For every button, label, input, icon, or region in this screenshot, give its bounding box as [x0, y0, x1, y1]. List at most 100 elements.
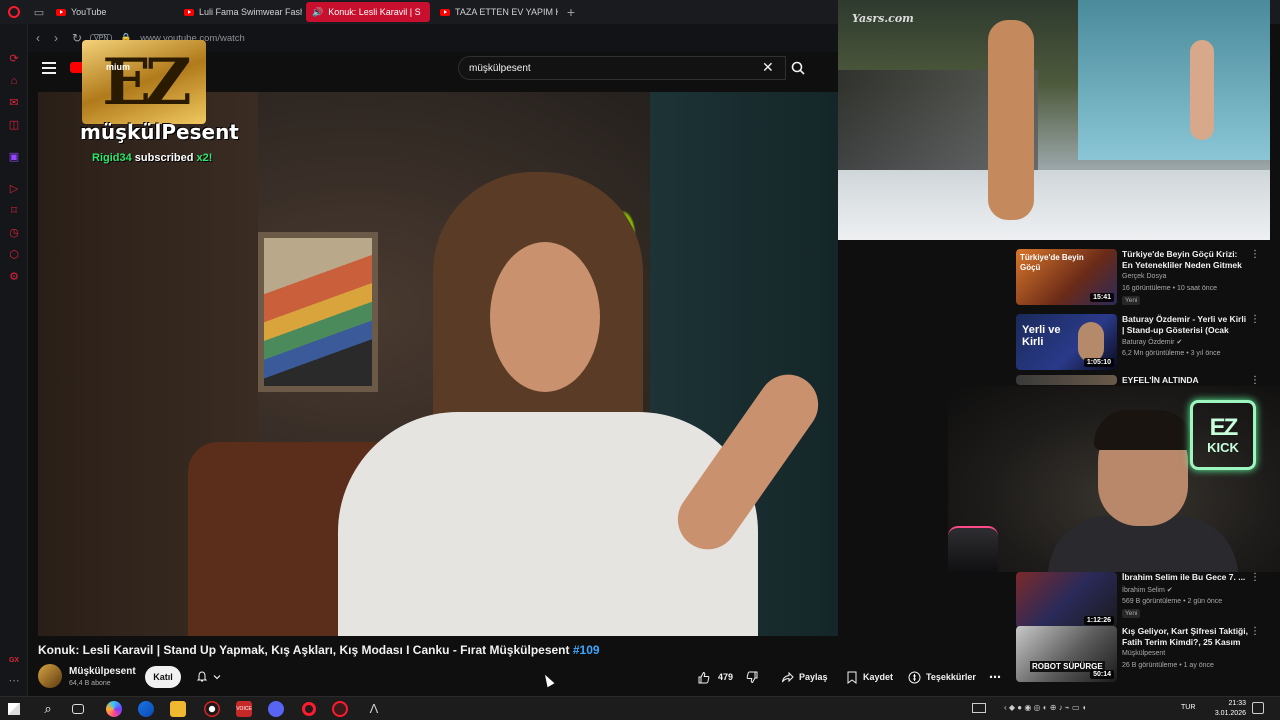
windows-start-icon[interactable] — [8, 703, 20, 715]
duration-badge: 50:14 — [1090, 670, 1114, 679]
recommended-video[interactable]: Yerli ve Kirli 1:05:10 Baturay Özdemir -… — [1016, 314, 1264, 378]
sidebar-bag-icon[interactable]: ⌂ — [7, 74, 21, 88]
search-icon[interactable]: ⌕ — [40, 701, 56, 717]
video-thumbnail[interactable]: ROBOT SÜPÜRGE 50:14 — [1016, 626, 1117, 682]
speaker-icon[interactable]: 🔊 — [312, 7, 323, 18]
recommended-title[interactable]: Kış Geliyor, Kart Şifresi Taktiği, Fatih… — [1122, 626, 1248, 648]
video-thumbnail[interactable]: Türkiye'de Beyin Göçü 15:41 — [1016, 249, 1117, 305]
thanks-button[interactable]: Teşekkürler — [908, 666, 976, 688]
sidebar-bookmark-icon[interactable]: ⌑ — [7, 204, 21, 218]
app-icon[interactable]: Λ — [366, 701, 382, 717]
channel-avatar[interactable] — [38, 664, 62, 688]
recommended-channel[interactable]: Müşkülpesent — [1122, 650, 1165, 657]
recommended-channel[interactable]: İbrahim Selim ✔ — [1122, 586, 1173, 594]
save-label: Kaydet — [863, 672, 894, 682]
edge-icon[interactable] — [138, 701, 154, 717]
new-tab-button[interactable]: + — [562, 4, 580, 20]
thumbs-down-icon — [746, 671, 758, 683]
sidebar-extensions-icon[interactable]: ⬡ — [7, 248, 21, 262]
obs-icon[interactable] — [204, 701, 220, 717]
discord-icon[interactable] — [268, 701, 284, 717]
tab-menu-icon[interactable]: ▭ — [28, 0, 50, 24]
notifications-icon[interactable] — [1252, 702, 1264, 714]
chevron-down-icon — [213, 675, 221, 680]
opera-gx-icon[interactable] — [332, 701, 348, 717]
sidebar-more-icon[interactable]: ⋯ — [7, 674, 21, 688]
youtube-favicon-icon — [440, 8, 450, 16]
recommended-meta: 569 B görüntüleme • 2 gün önce — [1122, 598, 1223, 605]
recommended-video[interactable]: ROBOT SÜPÜRGE 50:14 Kış Geliyor, Kart Şi… — [1016, 626, 1264, 690]
task-view-icon[interactable] — [72, 704, 84, 714]
opera-icon[interactable] — [302, 702, 316, 716]
notification-bell-button[interactable] — [188, 666, 230, 688]
video-thumbnail[interactable]: 1:12:26 — [1016, 572, 1117, 628]
sub-alert-multiplier: x2! — [196, 152, 213, 164]
hamburger-menu-icon[interactable] — [42, 62, 56, 74]
sidebar-gx-icon[interactable]: GX — [7, 654, 21, 668]
tab-taza-etten[interactable]: TAZA ETTEN EV YAPIM K — [434, 2, 558, 22]
tray-icons[interactable]: ‹ ◆ ● ◉ ◎ ◐ ⊕ ♪ ⌁ ▭ ◖ — [1004, 703, 1087, 712]
share-button[interactable]: Paylaş — [781, 666, 828, 688]
sidebar-ai-icon[interactable]: ⟳ — [7, 52, 21, 66]
reload-icon[interactable]: ↻ — [72, 31, 82, 45]
join-button[interactable]: Katıl — [145, 666, 181, 688]
more-options-icon[interactable]: ⋮ — [1250, 249, 1260, 260]
sidebar-settings-icon[interactable]: ⚙ — [7, 270, 21, 284]
clock[interactable]: 21:33 3.01.2026 — [1215, 699, 1246, 719]
tab-luli-fama[interactable]: Luli Fama Swimwear Fash — [178, 2, 302, 22]
more-options-icon[interactable]: ⋮ — [1250, 626, 1260, 637]
video-thumbnail[interactable]: Yerli ve Kirli 1:05:10 — [1016, 314, 1117, 370]
tab-label: TAZA ETTEN EV YAPIM K — [455, 7, 558, 17]
sidebar-twitch-icon[interactable]: ▣ — [7, 150, 21, 164]
video-player[interactable] — [38, 92, 838, 636]
forward-icon[interactable]: › — [54, 31, 64, 45]
like-button[interactable]: 479 — [697, 666, 733, 688]
more-actions-button[interactable]: ⋯ — [989, 666, 1001, 688]
ez-logo: EZ — [82, 40, 206, 124]
search-button[interactable] — [786, 56, 810, 80]
tab-konuk-active[interactable]: 🔊 Konuk: Lesli Karavil | S — [306, 2, 430, 22]
video-scene-person-face — [490, 242, 600, 392]
channel-name[interactable]: Müşkülpesent — [69, 666, 136, 677]
windows-taskbar: ⌕ VOICE Λ ‹ ◆ ● ◉ ◎ ◐ ⊕ ♪ ⌁ ▭ ◖ TUR 21:3… — [0, 696, 1280, 720]
more-options-icon[interactable]: ⋮ — [1250, 375, 1260, 386]
clock-time: 21:33 — [1228, 700, 1246, 707]
sidebar-history-icon[interactable]: ◷ — [7, 226, 21, 240]
duration-badge: 1:05:10 — [1083, 358, 1114, 367]
runway-video-overlay: Yasrs.com — [838, 0, 1270, 240]
save-button[interactable]: Kaydet — [846, 666, 893, 688]
sidebar-messenger-icon[interactable]: ✉ — [7, 96, 21, 110]
search-icon — [791, 61, 805, 75]
copilot-icon[interactable] — [106, 701, 122, 717]
sidebar-instagram-icon[interactable]: ◫ — [7, 118, 21, 132]
keyboard-tray-icon[interactable] — [972, 703, 986, 713]
search-value: müşkülpesent — [469, 62, 531, 74]
more-horizontal-icon: ⋯ — [989, 670, 1001, 684]
opera-logo-icon[interactable] — [0, 0, 28, 24]
video-thumbnail[interactable] — [1016, 375, 1117, 385]
recommended-title[interactable]: Türkiye'de Beyin Göçü Krizi: En Yetenekl… — [1122, 249, 1248, 271]
tab-label: YouTube — [71, 7, 107, 17]
voicemod-icon[interactable]: VOICE — [236, 701, 252, 717]
clear-search-icon[interactable]: ✕ — [762, 59, 774, 75]
recommended-channel[interactable]: Baturay Özdemir ✔ — [1122, 338, 1182, 346]
tab-youtube[interactable]: YouTube — [50, 2, 174, 22]
recommended-title[interactable]: İbrahim Selim ile Bu Gece 7. ... — [1122, 572, 1248, 583]
webcam-overlay: EZ KICK — [948, 386, 1280, 572]
more-options-icon[interactable]: ⋮ — [1250, 572, 1260, 583]
more-options-icon[interactable]: ⋮ — [1250, 314, 1260, 325]
file-explorer-icon[interactable] — [170, 701, 186, 717]
sidebar-player-icon[interactable]: ▷ — [7, 182, 21, 196]
subscriber-count: 64,4 B abone — [69, 680, 111, 687]
youtube-favicon-icon — [56, 8, 66, 16]
recommended-title[interactable]: Baturay Özdemir - Yerli ve Kirli | Stand… — [1122, 314, 1248, 336]
dislike-button[interactable] — [746, 666, 759, 688]
back-icon[interactable]: ‹ — [36, 31, 46, 45]
video-hashtag-link[interactable]: #109 — [573, 643, 600, 657]
input-language[interactable]: TUR — [1181, 704, 1195, 711]
mouse-cursor — [541, 672, 555, 688]
recommended-title[interactable]: EYFEL'İN ALTINDA — [1122, 375, 1248, 386]
recommended-channel[interactable]: Gerçek Dosya — [1122, 273, 1166, 280]
recommended-video[interactable]: Türkiye'de Beyin Göçü 15:41 Türkiye'de B… — [1016, 249, 1264, 313]
search-input[interactable]: müşkülpesent — [458, 56, 786, 80]
